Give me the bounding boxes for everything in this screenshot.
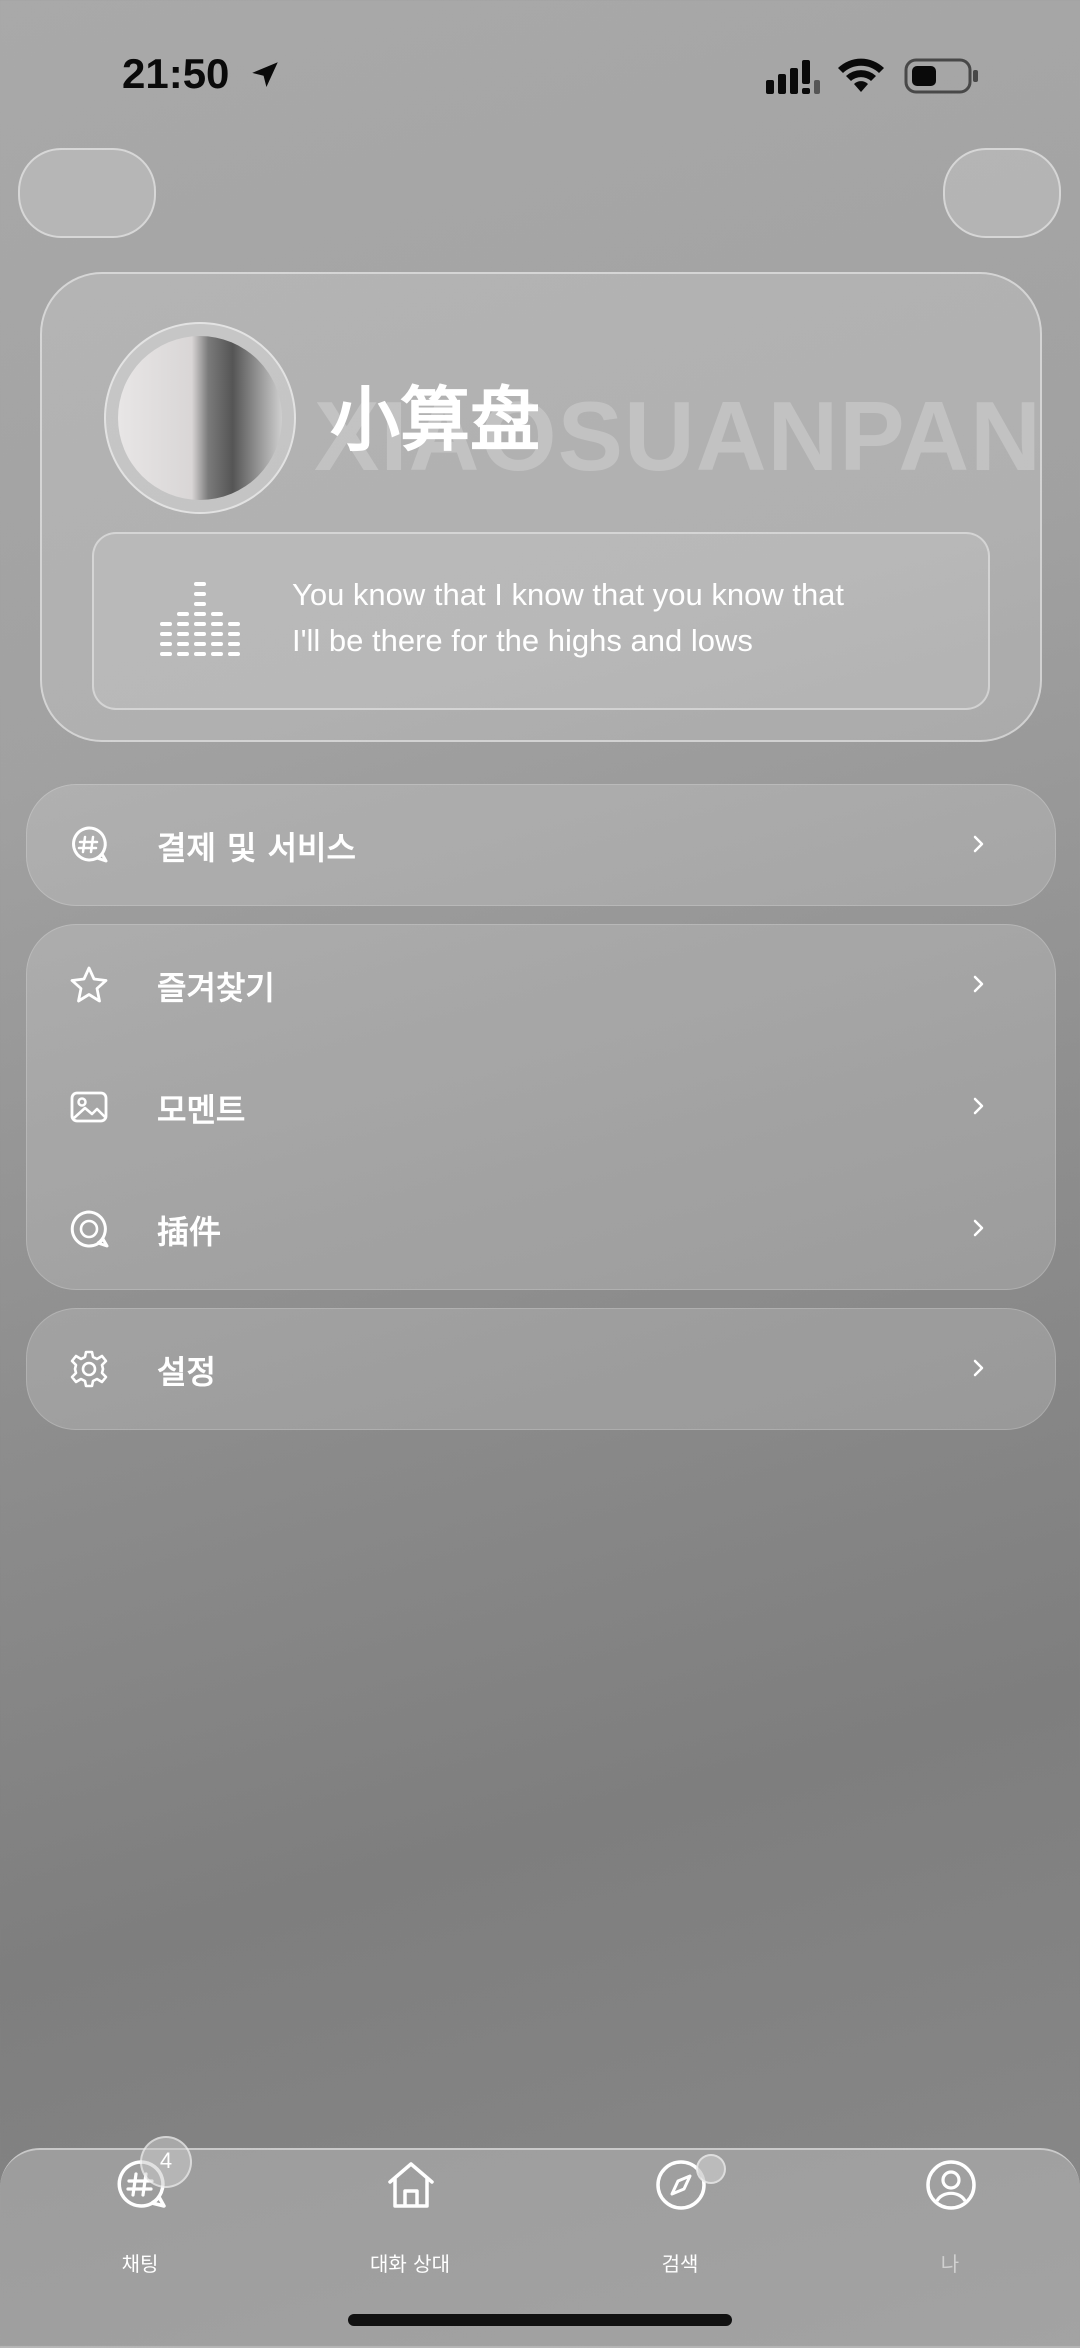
chat-hash-icon (72, 826, 108, 863)
location-arrow-icon (252, 62, 278, 88)
top-left-button[interactable] (18, 148, 156, 238)
avatar-image (118, 336, 282, 500)
wifi-icon (838, 58, 884, 92)
avatar[interactable] (104, 322, 296, 514)
tab-label-discover: 검색 (661, 2252, 699, 2276)
menu-label-favorites: 즐겨찾기 (157, 969, 275, 1007)
lyric-line-1: You know that I know that you know that (292, 577, 845, 612)
profile-name: 小算盘 (330, 379, 540, 461)
chevron-right-icon (973, 1097, 984, 1115)
menu-label-payment: 결제 및 서비스 (157, 829, 356, 867)
tab-me[interactable]: 나 (850, 2158, 1050, 2278)
tab-label-contacts: 대화 상대 (370, 2252, 450, 2276)
notification-dot (696, 2154, 726, 2184)
menu-item-plugins[interactable]: 插件 (27, 1169, 1055, 1289)
tab-chats[interactable]: 채팅 (40, 2158, 240, 2278)
menu-label-plugins: 插件 (157, 1213, 222, 1251)
status-bar: 21:50 (0, 0, 1080, 150)
menu-item-settings[interactable]: 설정 (27, 1309, 1055, 1429)
image-icon (70, 1091, 108, 1123)
menu-item-moments[interactable]: 모멘트 (27, 1047, 1055, 1167)
signal-icon (766, 60, 820, 94)
status-lyric: You know that I know that you know that … (292, 572, 972, 664)
menu-item-payment[interactable]: 결제 및 서비스 (27, 785, 1055, 905)
star-icon (70, 966, 108, 1003)
chevron-right-icon (973, 1219, 984, 1237)
unread-badge: 4 (140, 2136, 192, 2188)
chevron-right-icon (973, 835, 984, 853)
menu-item-favorites[interactable]: 즐겨찾기 (27, 925, 1055, 1045)
menu-label-moments: 모멘트 (157, 1091, 246, 1129)
tab-label-me: 나 (940, 2252, 960, 2276)
lyric-line-2: I'll be there for the highs and lows (292, 623, 753, 658)
tab-label-chats: 채팅 (121, 2252, 159, 2276)
tab-contacts[interactable]: 대화 상대 (310, 2158, 510, 2278)
home-icon (388, 2162, 434, 2208)
equalizer-icon (160, 582, 240, 656)
status-time: 21:50 (122, 50, 230, 97)
settings-card: 설정 (26, 1308, 1056, 1430)
tab-discover[interactable]: 검색 (580, 2158, 780, 2278)
user-profile-icon (926, 2160, 976, 2210)
top-right-button[interactable] (943, 148, 1061, 238)
payment-card: 결제 및 서비스 (26, 784, 1056, 906)
content-card: 즐겨찾기 모멘트 插件 (26, 924, 1056, 1290)
battery-icon (904, 58, 978, 94)
plugin-bubble-icon (70, 1210, 109, 1248)
home-indicator (348, 2314, 732, 2326)
menu-label-settings: 설정 (157, 1353, 216, 1391)
chevron-right-icon (973, 1359, 984, 1377)
chevron-right-icon (973, 975, 984, 993)
gear-icon (70, 1350, 108, 1388)
